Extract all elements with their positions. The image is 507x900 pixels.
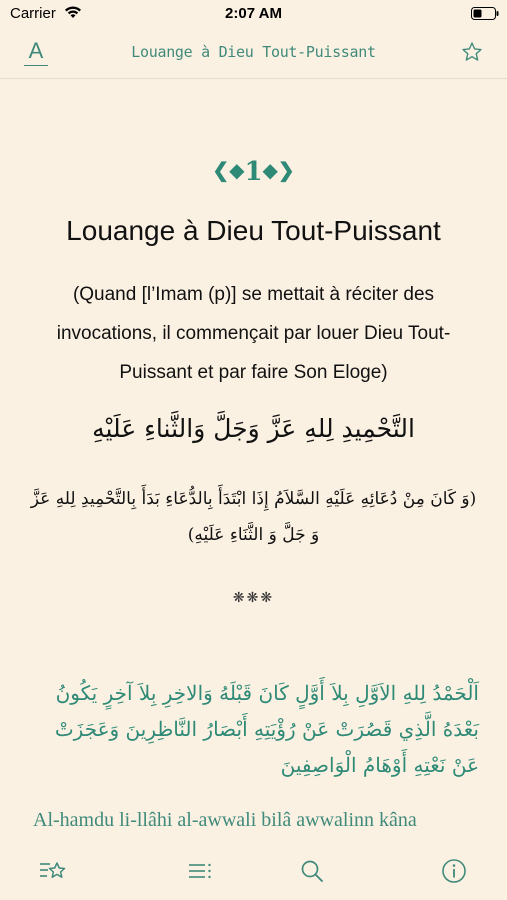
font-size-button[interactable]: A [24, 38, 48, 66]
star-icon[interactable] [461, 41, 483, 63]
page-title: Louange à Dieu Tout-Puissant [131, 43, 376, 61]
ornament-left-icon: ❮◆ [212, 158, 245, 182]
chapter-title: Louange à Dieu Tout-Puissant [66, 215, 441, 246]
status-bar: Carrier 2:07 AM [0, 0, 507, 28]
transliteration-text[interactable]: Al-hamdu li-llâhi al-awwali bilâ awwalin… [33, 809, 497, 832]
reading-content: ❮◆1◆❯ Louange à Dieu Tout-Puissant (Quan… [0, 79, 507, 839]
favorites-list-icon[interactable] [38, 857, 66, 885]
arabic-prayer-verse[interactable]: اَلْحَمْدُ لِلهِ الاَوَّلِ بِلاَ أَوَّلٍ… [22, 675, 479, 783]
table-of-contents-icon[interactable] [186, 857, 214, 885]
section-separator: ❋❋❋ [232, 589, 275, 605]
chapter-number: 1 [244, 157, 263, 187]
intro-text: (Quand [l’Imam (p)] se mettait à réciter… [56, 284, 451, 383]
navigation-bar: A Louange à Dieu Tout-Puissant [0, 28, 507, 79]
status-time: 2:07 AM [225, 5, 282, 22]
ornament-right-icon: ◆❯ [262, 158, 295, 182]
info-icon[interactable] [440, 857, 468, 885]
tab-bar [0, 845, 507, 900]
chapter-number-badge: ❮◆1◆❯ [0, 157, 507, 187]
battery-icon [471, 7, 499, 20]
arabic-heading: التَّحْمِيدِ لِلهِ عَزَّ وَجَلَّ وَالثَّ… [92, 414, 415, 443]
search-icon[interactable] [298, 857, 326, 885]
arabic-intro: (وَ كَانَ مِنْ دُعَائِهِ عَلَيْهِ السَّل… [30, 489, 477, 545]
